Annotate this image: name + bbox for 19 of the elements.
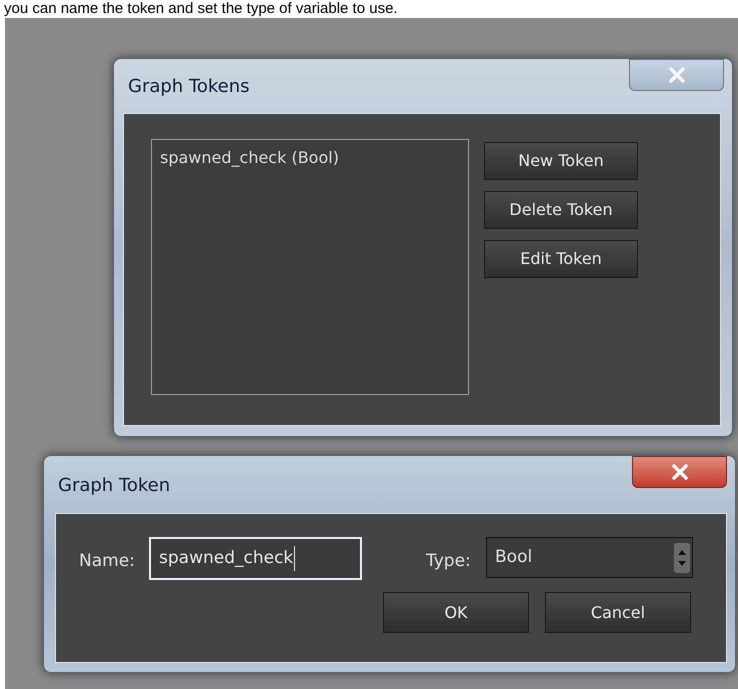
dialog-button[interactable]: Delete Token bbox=[484, 191, 638, 229]
caption: you can name the token and set the type of variable to use. bbox=[3, 0, 399, 18]
dialog-button[interactable]: New Token bbox=[484, 142, 638, 180]
window-title: Graph Tokens bbox=[128, 75, 250, 99]
field-label: Name: bbox=[79, 550, 135, 573]
spinner-icon bbox=[674, 542, 690, 572]
list-item[interactable]: spawned_check (Bool) bbox=[158, 146, 462, 170]
dialog-button[interactable]: Edit Token bbox=[484, 240, 638, 278]
name-field[interactable]: spawned_check bbox=[149, 537, 362, 580]
close-button[interactable] bbox=[629, 59, 724, 91]
close-icon bbox=[670, 464, 688, 480]
close-button[interactable] bbox=[632, 456, 727, 488]
dialog-button[interactable]: OK bbox=[383, 592, 529, 633]
dialog-button[interactable]: Cancel bbox=[545, 592, 691, 633]
token-list[interactable]: spawned_check (Bool) bbox=[151, 139, 469, 395]
type-dropdown[interactable]: Bool bbox=[486, 537, 693, 578]
window-title: Graph Token bbox=[58, 474, 170, 498]
field-label: Type: bbox=[426, 550, 471, 573]
close-icon bbox=[668, 67, 686, 83]
